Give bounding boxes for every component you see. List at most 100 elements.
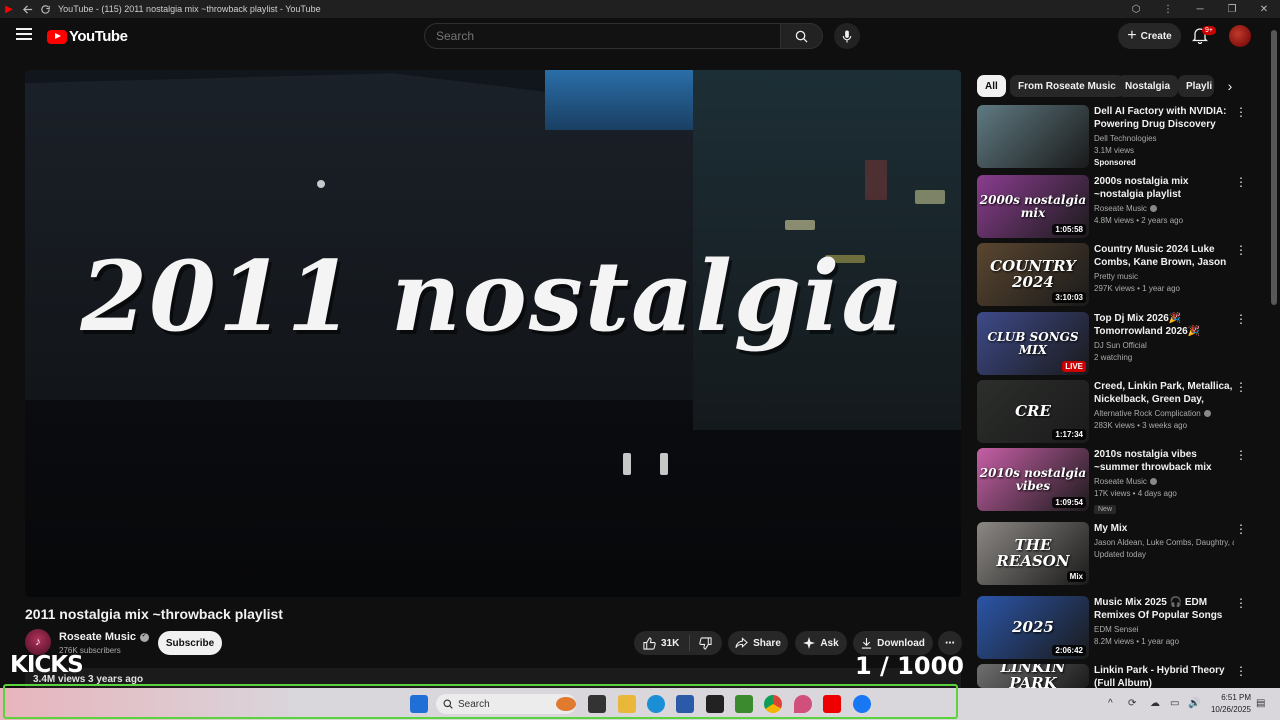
edge-icon[interactable] xyxy=(647,695,665,713)
video-thumbnail[interactable]: 2010s nostalgia vibes 1:09:54 xyxy=(977,448,1089,511)
recommendation-title[interactable]: Top Dj Mix 2026🎉 Tomorrowland 2026🎉 Remi… xyxy=(1094,312,1234,338)
recommendation-title[interactable]: Music Mix 2025 🎧 EDM Remixes Of Popular … xyxy=(1094,596,1234,622)
recommendation-channel[interactable]: EDM Sensei xyxy=(1094,625,1234,634)
more-vertical-icon[interactable]: ⋮ xyxy=(1235,243,1247,257)
notification-center-icon[interactable]: ▤ xyxy=(1256,698,1265,709)
more-vertical-icon[interactable]: ⋮ xyxy=(1235,448,1247,462)
restore-button[interactable]: ❐ xyxy=(1216,0,1248,18)
video-frame-sky xyxy=(545,70,695,130)
recommendation-title[interactable]: Creed, Linkin Park, Metallica, Nickelbac… xyxy=(1094,380,1234,406)
recommendation-channel[interactable]: Roseate Music xyxy=(1094,204,1234,213)
share-button[interactable]: Share xyxy=(728,631,788,655)
more-vertical-icon[interactable]: ⋮ xyxy=(1235,175,1247,189)
task-view-icon[interactable] xyxy=(588,695,606,713)
recommendation-channel-name: Pretty music xyxy=(1094,272,1139,281)
video-thumbnail[interactable]: THE REASON Mix xyxy=(977,522,1089,585)
recommendation-item[interactable]: COUNTRY 2024 3:10:03 Country Music 2024 Lu… xyxy=(977,243,1247,307)
hamburger-menu-icon[interactable] xyxy=(16,28,32,42)
search-input[interactable] xyxy=(425,24,780,48)
recommendation-item[interactable]: THE REASON Mix My Mix Jason Aldean, Luke Co… xyxy=(977,522,1247,586)
youtube-app-icon[interactable] xyxy=(823,695,841,713)
epic-games-icon[interactable] xyxy=(706,695,724,713)
more-vertical-icon[interactable]: ⋮ xyxy=(1235,522,1247,536)
voice-search-button[interactable] xyxy=(834,23,860,49)
recommendation-item[interactable]: CRE 1:17:34 Creed, Linkin Park, Metallica,… xyxy=(977,380,1247,444)
taskbar-search[interactable]: Search xyxy=(436,694,576,714)
more-vertical-icon[interactable]: ⋮ xyxy=(1235,380,1247,394)
like-button[interactable]: 31K xyxy=(634,635,691,651)
recommendation-item[interactable]: 2025 2:06:42 Music Mix 2025 🎧 EDM Remixes … xyxy=(977,596,1247,660)
recommendation-channel[interactable]: DJ Sun Official xyxy=(1094,341,1234,350)
video-thumbnail[interactable]: CLUB SONGS MIX LIVE xyxy=(977,312,1089,375)
ask-button[interactable]: Ask xyxy=(795,631,847,655)
thumbs-down-icon xyxy=(699,636,712,650)
video-thumbnail[interactable]: COUNTRY 2024 3:10:03 xyxy=(977,243,1089,306)
create-button[interactable]: + Create xyxy=(1118,23,1181,49)
browser-menu-icon[interactable]: ⋮ xyxy=(1152,0,1184,18)
recommendation-item[interactable]: CLUB SONGS MIX LIVE Top Dj Mix 2026🎉 Tomor… xyxy=(977,312,1247,376)
tray-network-icon[interactable]: ▭ xyxy=(1170,698,1179,709)
share-icon xyxy=(735,637,748,648)
recommendation-item[interactable]: LINKIN PARK Linkin Park - Hybrid Theory (… xyxy=(977,664,1247,690)
counter-overlay-text: 1 / 1000 xyxy=(855,652,964,680)
recommendation-channel[interactable]: Dell Technologies xyxy=(1094,134,1234,143)
extensions-icon[interactable]: ⬡ xyxy=(1120,0,1152,18)
recommendation-channel[interactable]: Roseate Music xyxy=(1094,477,1234,486)
chip-playlists[interactable]: Playli xyxy=(1178,75,1214,97)
nvidia-icon[interactable] xyxy=(735,695,753,713)
chip-nostalgia[interactable]: Nostalgia xyxy=(1117,75,1179,97)
tray-cloud-icon[interactable]: ☁ xyxy=(1150,698,1160,709)
chevron-right-icon[interactable]: › xyxy=(1222,78,1238,94)
file-explorer-icon[interactable] xyxy=(618,695,636,713)
recommendation-title[interactable]: Linkin Park - Hybrid Theory (Full Album) xyxy=(1094,664,1234,690)
verified-icon xyxy=(1149,205,1157,212)
recommendation-channel-name: Dell Technologies xyxy=(1094,134,1157,143)
video-thumbnail[interactable] xyxy=(977,105,1089,168)
reload-icon[interactable] xyxy=(36,0,54,18)
maps-pin-icon[interactable] xyxy=(794,695,812,713)
video-player[interactable]: 2011 nostalgia xyxy=(25,70,961,597)
recommendation-title[interactable]: Dell AI Factory with NVIDIA: Powering Dr… xyxy=(1094,105,1234,131)
more-vertical-icon[interactable]: ⋮ xyxy=(1235,664,1247,678)
account-avatar[interactable] xyxy=(1229,25,1251,47)
video-frame-light xyxy=(785,220,815,230)
tray-volume-icon[interactable]: 🔊 xyxy=(1188,698,1200,709)
store-icon[interactable] xyxy=(676,695,694,713)
chip-from-roseate-music[interactable]: From Roseate Music xyxy=(1010,75,1124,97)
tab-title: YouTube - (115) 2011 nostalgia mix ~thro… xyxy=(58,4,321,14)
video-thumbnail[interactable]: CRE 1:17:34 xyxy=(977,380,1089,443)
taskbar-clock[interactable]: 6:51 PM 10/26/2025 xyxy=(1203,692,1251,716)
more-vertical-icon[interactable]: ⋮ xyxy=(1235,105,1247,119)
more-vertical-icon[interactable]: ⋮ xyxy=(1235,596,1247,610)
page-scrollbar[interactable] xyxy=(1271,30,1277,305)
recommendation-title[interactable]: My Mix xyxy=(1094,522,1234,535)
video-thumbnail[interactable]: 2025 2:06:42 xyxy=(977,596,1089,659)
recommendation-channel[interactable]: Jason Aldean, Luke Combs, Daughtry, an..… xyxy=(1094,538,1234,547)
youtube-logo[interactable]: YouTube xyxy=(47,28,128,45)
chrome-icon[interactable] xyxy=(764,695,782,713)
close-window-button[interactable]: ✕ xyxy=(1248,0,1280,18)
facebook-icon[interactable] xyxy=(853,695,871,713)
back-arrow-icon[interactable] xyxy=(18,0,36,18)
recommendation-title[interactable]: Country Music 2024 Luke Combs, Kane Brow… xyxy=(1094,243,1234,269)
chip-all[interactable]: All xyxy=(977,75,1006,97)
minimize-button[interactable]: ─ xyxy=(1184,0,1216,18)
tray-sync-icon[interactable]: ⟳ xyxy=(1128,698,1136,709)
recommendation-title[interactable]: 2010s nostalgia vibes ~summer throwback … xyxy=(1094,448,1234,474)
tray-chevron-icon[interactable]: ^ xyxy=(1108,698,1113,709)
windows-start-icon[interactable] xyxy=(410,695,428,713)
weather-icon[interactable] xyxy=(556,697,576,711)
recommendation-item[interactable]: Dell AI Factory with NVIDIA: Powering Dr… xyxy=(977,105,1247,169)
recommendation-channel[interactable]: Alternative Rock Complication xyxy=(1094,409,1234,418)
recommendation-item[interactable]: 2000s nostalgia mix 1:05:58 2000s nostalgi… xyxy=(977,175,1247,239)
video-thumbnail[interactable]: 2000s nostalgia mix 1:05:58 xyxy=(977,175,1089,238)
recommendation-title[interactable]: 2000s nostalgia mix ~nostalgia playlist xyxy=(1094,175,1234,201)
recommendation-channel[interactable]: Pretty music xyxy=(1094,272,1234,281)
channel-name-link[interactable]: Roseate Music xyxy=(59,631,150,643)
dislike-button[interactable] xyxy=(690,636,717,650)
search-button[interactable] xyxy=(781,23,823,49)
video-thumbnail[interactable]: LINKIN PARK xyxy=(977,664,1089,688)
recommendation-item[interactable]: 2010s nostalgia vibes 1:09:54 2010s nostal… xyxy=(977,448,1247,514)
subscribe-button[interactable]: Subscribe xyxy=(158,631,222,655)
more-vertical-icon[interactable]: ⋮ xyxy=(1235,312,1247,326)
